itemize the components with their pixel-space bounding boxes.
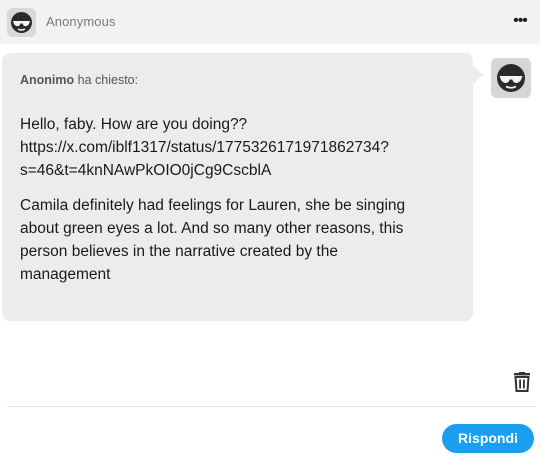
sunglasses-avatar-icon: [491, 58, 531, 98]
asked-label: ha chiesto:: [77, 73, 139, 87]
reply-button[interactable]: Rispondi: [442, 424, 534, 453]
ask-bubble: Anonimo ha chiesto: Hello, faby. How are…: [2, 53, 473, 321]
asker-name: Anonimo: [20, 73, 75, 87]
sunglasses-avatar-icon[interactable]: [7, 8, 36, 37]
question-paragraph: Hello, faby. How are you doing?? https:/…: [20, 116, 389, 179]
ask-post: Anonymous ••• Anonimo ha chiesto: Hello,…: [0, 0, 540, 458]
actions-divider: [7, 406, 535, 407]
question-text: Hello, faby. How are you doing?? https:/…: [20, 113, 460, 286]
more-dots-label: •••: [513, 12, 528, 29]
trash-icon[interactable]: [513, 372, 531, 392]
question-paragraph: Camila definitely had feelings for Laure…: [20, 197, 406, 283]
more-dots-icon[interactable]: •••: [508, 12, 532, 32]
author-name[interactable]: Anonymous: [46, 14, 116, 29]
post-header: Anonymous •••: [0, 0, 540, 44]
asker-line: Anonimo ha chiesto:: [20, 73, 138, 87]
bubble-tail: [473, 66, 483, 84]
